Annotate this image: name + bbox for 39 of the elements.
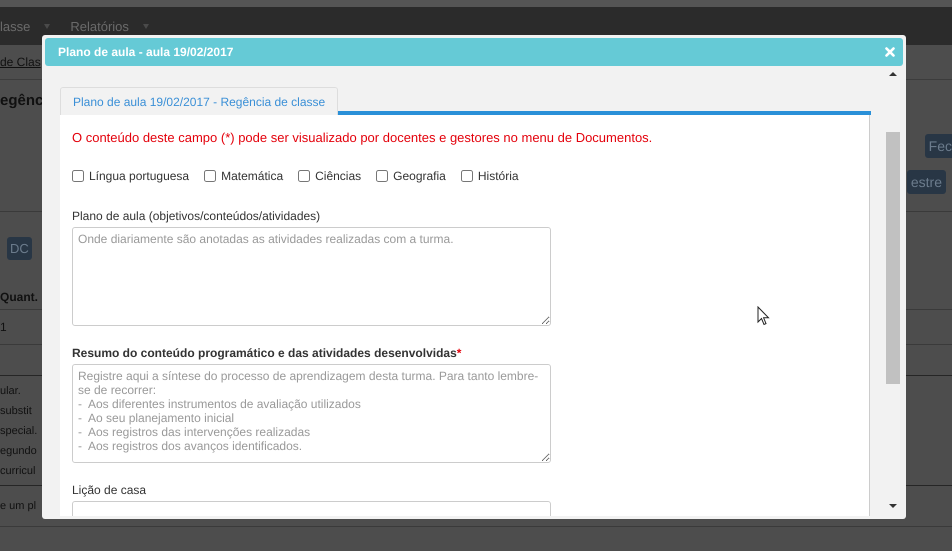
mouse-pointer-icon [757, 306, 770, 326]
dialog-title: Plano de aula - aula 19/02/2017 [58, 45, 234, 59]
subject-checkbox[interactable] [72, 170, 84, 182]
field-label: Lição de casa [72, 483, 148, 497]
note-text: egundo [0, 444, 37, 459]
column-header: Quant. [0, 290, 38, 304]
checkbox-label: Matemática [221, 169, 284, 183]
field-label: Resumo do conteúdo programático e das atividades desenvolvidas* [72, 346, 462, 360]
scrollbar-thumb[interactable] [886, 132, 900, 384]
page-button[interactable]: Fec [924, 134, 952, 158]
checkbox-label: Ciências [315, 169, 362, 183]
text-area[interactable]: Onde diariamente são anotadas as atividades realizadas com a turma. [72, 227, 551, 326]
tab[interactable]: Plano de aula 19/02/2017 - Regência de classe [60, 87, 338, 115]
checkbox-label: História [478, 169, 519, 183]
caret-icon [142, 24, 149, 28]
page-text: e um pl [0, 500, 36, 512]
page-heading: egênc [0, 92, 44, 108]
note-text: ular. [0, 384, 21, 399]
caret-icon [44, 24, 50, 28]
page-button[interactable]: DC [7, 236, 32, 260]
notice-text: O conteúdo deste campo (*) pode ser visualizado por docentes e gestores no menu de Documentos. [72, 130, 654, 145]
checkbox-label: Geografia [393, 169, 446, 183]
nav-menu-item[interactable]: lasse [0, 18, 30, 34]
table-cell: 1 [0, 320, 7, 334]
field-label: Plano de aula (objetivos/conteúdos/atividades) [72, 209, 322, 223]
page-button[interactable]: estre [906, 170, 946, 194]
subject-checkbox[interactable] [460, 170, 473, 182]
subject-checkbox[interactable] [204, 170, 216, 182]
note-text: curricul [0, 464, 36, 479]
scroll-up-icon[interactable] [889, 72, 897, 76]
subject-checkbox[interactable] [376, 170, 388, 182]
text-area[interactable]: Registre aqui a síntese do processo de aprendizagem desta turma. Para tanto lembre-se de recorrer: - Aos diferentes instrumentos de avaliação utilizados - Ao seu planejamento inicial - Aos registros das intervenções realizadas - Aos registros dos avanços identificados. [72, 364, 551, 463]
subject-checkbox[interactable] [298, 170, 310, 182]
scroll-down-icon[interactable] [889, 504, 897, 508]
checkbox-label: Língua portuguesa [89, 169, 190, 183]
note-text: substit [0, 404, 32, 419]
nav-menu-item[interactable]: Relatórios [70, 18, 129, 34]
note-text: special. [0, 424, 38, 439]
breadcrumb-link[interactable]: de Clas [0, 55, 41, 69]
